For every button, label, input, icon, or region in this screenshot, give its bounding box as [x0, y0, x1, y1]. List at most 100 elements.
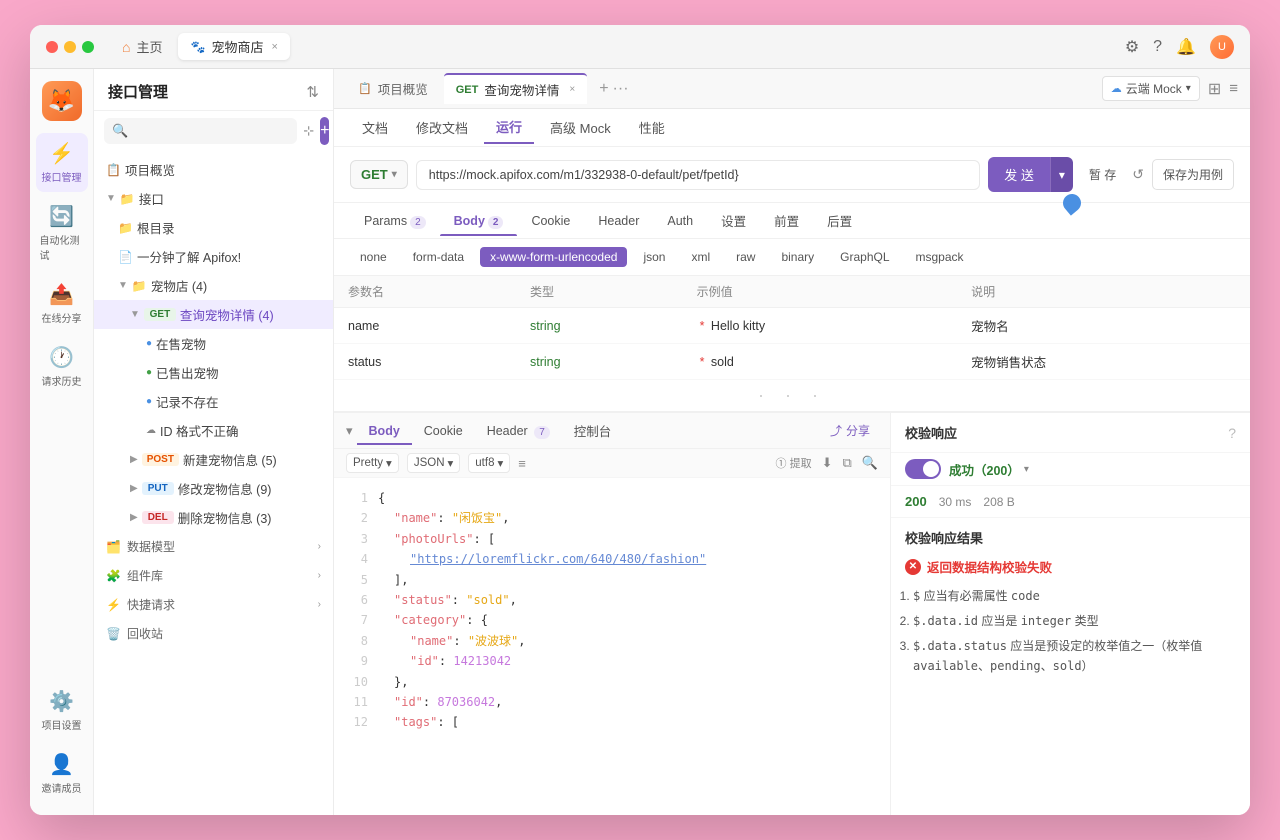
list-icon[interactable]: ≡: [518, 456, 526, 471]
save-example-button[interactable]: 保存为用例: [1152, 159, 1234, 190]
tree-item-available[interactable]: ● 在售宠物: [94, 329, 333, 358]
tree-section-quickreq[interactable]: ⚡ 快捷请求 ›: [94, 590, 333, 619]
sidebar-item-interface[interactable]: ⚡ 接口管理: [36, 133, 88, 192]
tree-item-get-pet[interactable]: ▼ GET 查询宠物详情 (4): [94, 300, 333, 329]
param-tab-auth[interactable]: Auth: [653, 206, 707, 236]
download-icon[interactable]: ⬇: [822, 455, 833, 471]
bell-icon[interactable]: 🔔: [1176, 37, 1196, 57]
body-type-msgpack[interactable]: msgpack: [906, 247, 974, 267]
body-type-xml[interactable]: xml: [681, 247, 720, 267]
cloud-icon: ☁: [146, 425, 156, 436]
method-selector[interactable]: GET ▾: [350, 160, 408, 189]
overview-icon: 📋: [106, 163, 121, 177]
body-type-binary[interactable]: binary: [771, 247, 824, 267]
sidebar-item-settings[interactable]: ⚙️ 项目设置: [36, 681, 88, 740]
tree-item-overview[interactable]: 📋 项目概览: [94, 155, 333, 184]
title-tabs-bar: ⌂ 主页 🐾 宠物商店 ×: [110, 33, 1125, 60]
validation-question-icon[interactable]: ?: [1228, 425, 1236, 441]
response-tab-console[interactable]: 控制台: [562, 414, 624, 447]
sort-icon[interactable]: ⇅: [306, 83, 319, 101]
response-tab-header[interactable]: Header 7: [475, 417, 562, 445]
param-tab-body[interactable]: Body2: [440, 206, 518, 236]
share-button[interactable]: ⤴ 分享: [822, 419, 878, 442]
body-type-graphql[interactable]: GraphQL: [830, 247, 899, 267]
trash-icon: 🗑️: [106, 627, 121, 641]
body-type-urlencoded[interactable]: x-www-form-urlencoded: [480, 247, 627, 267]
traffic-light-green[interactable]: [82, 41, 94, 53]
tab-home[interactable]: ⌂ 主页: [110, 33, 174, 60]
send-wrapper: 发 送 ▾: [988, 157, 1073, 192]
collapse-icon[interactable]: ▾: [346, 423, 353, 439]
search-input[interactable]: [134, 124, 289, 138]
sidebar-item-share[interactable]: 📤 在线分享: [36, 274, 88, 333]
tree-item-petshop[interactable]: ▼ 📁 宠物店 (4): [94, 271, 333, 300]
url-input[interactable]: [416, 160, 980, 190]
param-tab-params[interactable]: Params2: [350, 206, 440, 236]
tab-pet-shop[interactable]: 🐾 宠物商店 ×: [178, 33, 289, 60]
get-tab-close-icon[interactable]: ×: [569, 84, 575, 95]
sidebar-item-automation[interactable]: 🔄 自动化测试: [36, 196, 88, 270]
sub-tab-run[interactable]: 运行: [484, 111, 534, 144]
refresh-button[interactable]: ↺: [1132, 166, 1144, 183]
question-icon[interactable]: ?: [1153, 38, 1162, 56]
param-tab-post[interactable]: 后置: [813, 203, 866, 238]
sub-tab-advanced-mock[interactable]: 高级 Mock: [538, 112, 623, 143]
tree-item-post-pet[interactable]: ▶ POST 新建宠物信息 (5): [94, 445, 333, 474]
settings-label: 项目设置: [42, 717, 82, 732]
tree-item-notfound[interactable]: ● 记录不存在: [94, 387, 333, 416]
tree-item-interfaces[interactable]: ▼ 📁 接口: [94, 184, 333, 213]
sub-tab-performance[interactable]: 性能: [627, 112, 677, 143]
new-tab-icon[interactable]: +: [599, 80, 608, 98]
param-tab-settings[interactable]: 设置: [707, 203, 760, 238]
more-rows-indicator: · · ·: [334, 380, 1250, 411]
layout-icon[interactable]: ⊞: [1208, 79, 1221, 99]
sub-tab-docs[interactable]: 文档: [350, 112, 400, 143]
body-type-raw[interactable]: raw: [726, 247, 765, 267]
cloud-mock-button[interactable]: ☁ 云端 Mock ▾: [1102, 76, 1200, 101]
send-dropdown-button[interactable]: ▾: [1050, 157, 1073, 192]
encoding-select[interactable]: utf8 ▾: [468, 453, 510, 473]
traffic-light-red[interactable]: [46, 41, 58, 53]
body-type-none[interactable]: none: [350, 247, 397, 267]
tree-item-del-pet[interactable]: ▶ DEL 删除宠物信息 (3): [94, 503, 333, 532]
more-tabs-icon[interactable]: ···: [613, 80, 629, 98]
sidebar-item-invite[interactable]: 👤 邀请成员: [36, 744, 88, 803]
avatar[interactable]: U: [1210, 35, 1234, 59]
status-chevron-icon[interactable]: ▾: [1024, 464, 1029, 475]
sidebar-item-history[interactable]: 🕐 请求历史: [36, 337, 88, 396]
content-tab-overview[interactable]: 📋 项目概览: [346, 74, 440, 103]
petshop-label: 宠物店 (4): [151, 276, 207, 295]
add-button[interactable]: +: [320, 117, 329, 145]
search-response-icon[interactable]: 🔍: [862, 455, 878, 471]
type-select[interactable]: JSON ▾: [407, 453, 460, 473]
body-type-formdata[interactable]: form-data: [403, 247, 474, 267]
tab-close-icon[interactable]: ×: [271, 41, 277, 53]
body-type-json[interactable]: json: [633, 247, 675, 267]
sub-tab-edit-docs[interactable]: 修改文档: [404, 112, 480, 143]
tree-section-components[interactable]: 🧩 组件库 ›: [94, 561, 333, 590]
tree-item-badid[interactable]: ☁ ID 格式不正确: [94, 416, 333, 445]
tree-item-sold[interactable]: ● 已售出宠物: [94, 358, 333, 387]
traffic-light-yellow[interactable]: [64, 41, 76, 53]
tree-item-put-pet[interactable]: ▶ PUT 修改宠物信息 (9): [94, 474, 333, 503]
param-tab-pre[interactable]: 前置: [760, 203, 813, 238]
gear-icon[interactable]: ⚙: [1125, 37, 1139, 57]
tree-item-learn[interactable]: 📄 一分钟了解 Apifox!: [94, 242, 333, 271]
data-model-icon: 🗂️: [106, 540, 121, 554]
copy-icon[interactable]: ⧉: [843, 455, 852, 471]
format-select[interactable]: Pretty ▾: [346, 453, 399, 473]
save-tmp-button[interactable]: 暂 存: [1081, 160, 1124, 189]
content-tab-get-pet[interactable]: GET 查询宠物详情 ×: [444, 73, 587, 104]
menu-icon[interactable]: ≡: [1229, 80, 1238, 97]
search-bar: 🔍: [104, 118, 297, 144]
tree-item-root[interactable]: 📁 根目录: [94, 213, 333, 242]
validation-toggle[interactable]: [905, 459, 941, 479]
send-button[interactable]: 发 送: [988, 157, 1050, 192]
tree-section-data-model[interactable]: 🗂️ 数据模型 ›: [94, 532, 333, 561]
param-tab-header[interactable]: Header: [584, 206, 653, 236]
response-tab-body[interactable]: Body: [357, 417, 412, 445]
tree-section-trash[interactable]: 🗑️ 回收站: [94, 619, 333, 648]
filter-button[interactable]: ⊹: [303, 117, 314, 145]
param-tab-cookie[interactable]: Cookie: [517, 206, 584, 236]
response-tab-cookie[interactable]: Cookie: [412, 417, 475, 445]
